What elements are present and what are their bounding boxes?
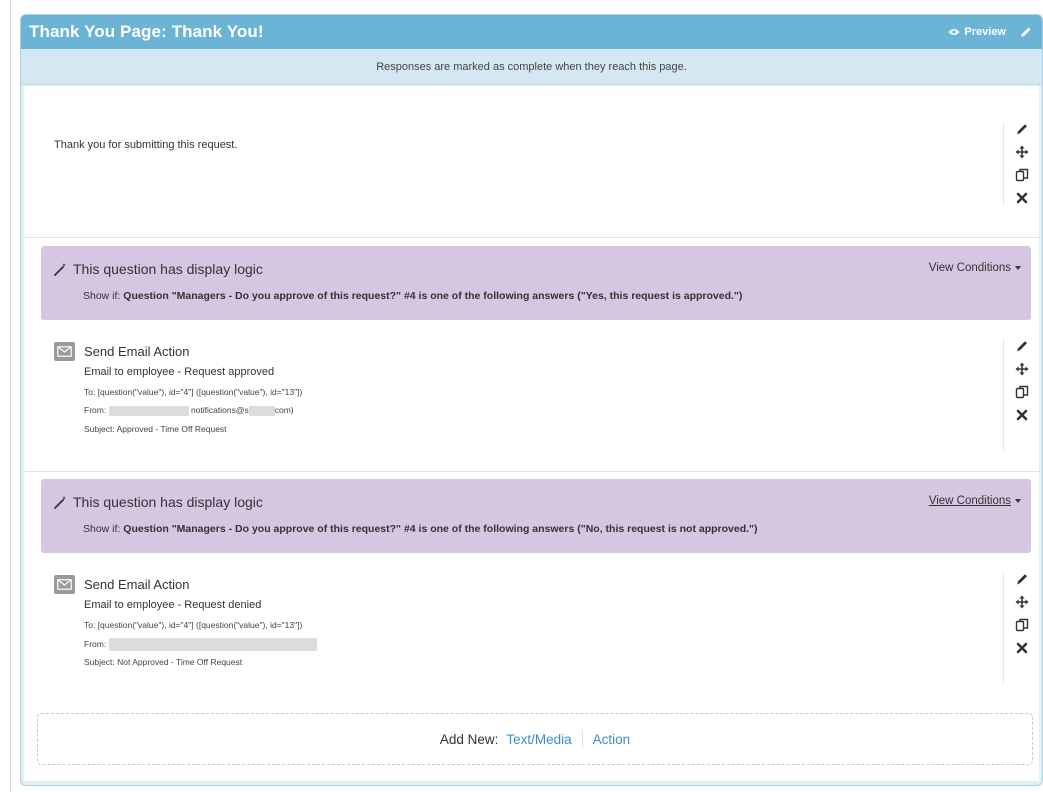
from-end: com): [274, 405, 294, 415]
redacted-text: [248, 405, 275, 416]
from-mid: notifications@s: [190, 405, 249, 415]
email-action-title: Send Email Action: [54, 575, 190, 594]
logic-title-text: This question has display logic: [73, 494, 263, 510]
wand-icon: [54, 496, 66, 509]
eye-icon: [948, 29, 960, 35]
move-icon[interactable]: [1015, 145, 1029, 159]
mail-icon: [54, 575, 75, 594]
email-to: To: [question("value"), id="4"] ([questi…: [84, 620, 303, 630]
add-action-link[interactable]: Action: [593, 732, 631, 747]
delete-icon[interactable]: [1015, 408, 1029, 422]
add-text-media-link[interactable]: Text/Media: [506, 732, 571, 747]
caret-down-icon: [1015, 499, 1021, 503]
email-action-toolbar: [1003, 339, 1029, 451]
email-action-title: Send Email Action: [54, 342, 190, 361]
email-action-title-text: Send Email Action: [84, 344, 190, 359]
pencil-icon[interactable]: [1015, 339, 1029, 353]
logic-title-text: This question has display logic: [73, 261, 263, 277]
from-label: From:: [84, 638, 107, 649]
condition-text: Question "Managers - Do you approve of t…: [123, 290, 743, 302]
pencil-icon[interactable]: [1015, 122, 1029, 136]
email-from: From: notifications@s com): [84, 405, 294, 416]
redacted-text: [108, 405, 189, 416]
wand-icon: [54, 263, 66, 276]
add-new-bar: Add New: Text/Media Action: [37, 713, 1033, 765]
show-if-prefix: Show if:: [83, 523, 121, 535]
show-if-condition: Show if: Question "Managers - Do you app…: [83, 290, 742, 302]
email-name: Email to employee - Request approved: [84, 366, 275, 378]
move-icon[interactable]: [1015, 595, 1029, 609]
left-divider: [10, 0, 11, 792]
page-title: Thank You Page: Thank You!: [29, 22, 264, 41]
pencil-icon[interactable]: [1020, 26, 1032, 38]
email-to: To: [question("value"), id="4"] ([questi…: [84, 387, 303, 397]
email-subject: Subject: Not Approved - Time Off Request: [84, 657, 243, 667]
view-conditions-toggle[interactable]: View Conditions: [929, 262, 1021, 274]
preview-link[interactable]: Preview: [948, 26, 1006, 38]
show-if-prefix: Show if:: [83, 290, 121, 302]
logic-title: This question has display logic: [53, 261, 263, 277]
view-conditions-label: View Conditions: [928, 262, 1011, 274]
thank-you-page-card: Thank You Page: Thank You! Preview Respo…: [20, 14, 1043, 786]
from-label: From:: [84, 405, 107, 415]
email-action-block: Send Email Action Email to employee - Re…: [24, 559, 1039, 705]
email-action-title-text: Send Email Action: [84, 577, 190, 592]
copy-icon[interactable]: [1015, 618, 1029, 632]
view-conditions-label: View Conditions: [928, 495, 1011, 507]
completion-notice: Responses are marked as complete when th…: [21, 49, 1042, 85]
email-subject: Subject: Approved - Time Off Request: [84, 424, 227, 434]
email-from: From:: [84, 638, 317, 651]
delete-icon[interactable]: [1015, 641, 1029, 655]
text-block-toolbar: [1003, 122, 1029, 205]
redacted-text: [108, 638, 317, 651]
display-logic-banner: This question has display logic View Con…: [41, 246, 1031, 320]
pencil-icon[interactable]: [1015, 572, 1029, 586]
page-header: Thank You Page: Thank You! Preview: [21, 15, 1042, 49]
logic-title: This question has display logic: [53, 494, 263, 510]
condition-text: Question "Managers - Do you approve of t…: [123, 523, 758, 535]
separator: [581, 731, 583, 747]
page-content: Thank you for submitting this request. T…: [24, 86, 1039, 781]
move-icon[interactable]: [1015, 362, 1029, 376]
view-conditions-toggle[interactable]: View Conditions: [929, 495, 1021, 507]
email-action-toolbar: [1003, 572, 1029, 684]
caret-down-icon: [1015, 266, 1021, 270]
email-action-block: Send Email Action Email to employee - Re…: [24, 326, 1039, 472]
mail-icon: [54, 342, 75, 361]
text-block-body: Thank you for submitting this request.: [54, 139, 238, 151]
show-if-condition: Show if: Question "Managers - Do you app…: [83, 523, 758, 535]
text-block: Thank you for submitting this request.: [24, 86, 1039, 238]
add-new-label: Add New:: [439, 731, 499, 747]
email-name: Email to employee - Request denied: [84, 599, 262, 611]
copy-icon[interactable]: [1015, 168, 1029, 182]
copy-icon[interactable]: [1015, 385, 1029, 399]
header-actions: Preview: [948, 26, 1032, 38]
delete-icon[interactable]: [1015, 191, 1029, 205]
display-logic-banner: This question has display logic View Con…: [41, 479, 1031, 553]
preview-label: Preview: [964, 26, 1006, 38]
